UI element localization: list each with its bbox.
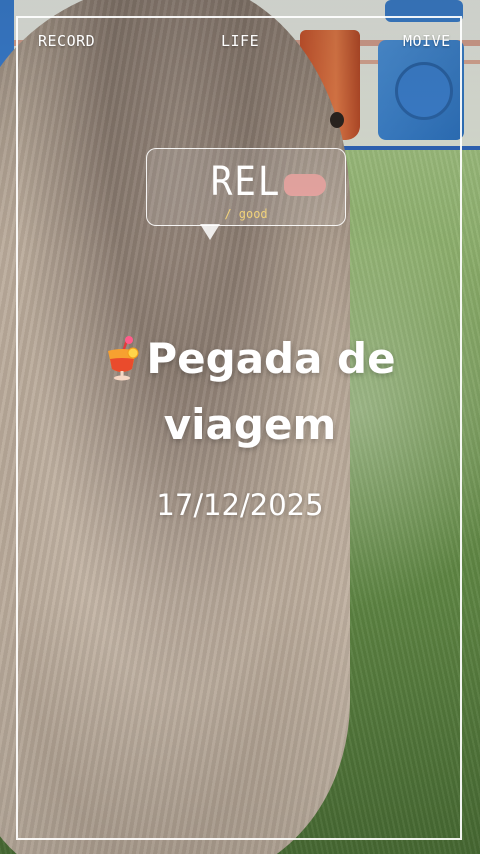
label-record: RECORD bbox=[38, 32, 96, 50]
speech-bubble-tail bbox=[200, 224, 220, 240]
headline-line-1: Pegada de bbox=[146, 334, 396, 383]
tropical-cocktail-icon bbox=[104, 335, 140, 396]
label-moive: MOIVE bbox=[403, 32, 451, 50]
bubble-title: REL bbox=[210, 159, 282, 205]
date-text: 17/12/2025 bbox=[156, 488, 324, 522]
speech-bubble: REL / good bbox=[146, 148, 346, 226]
headline-line-2: viagem bbox=[163, 400, 337, 449]
headline: Pegada de viagem bbox=[60, 330, 440, 454]
bubble-subtitle: / good bbox=[224, 207, 268, 221]
label-life: LIFE bbox=[221, 32, 260, 50]
